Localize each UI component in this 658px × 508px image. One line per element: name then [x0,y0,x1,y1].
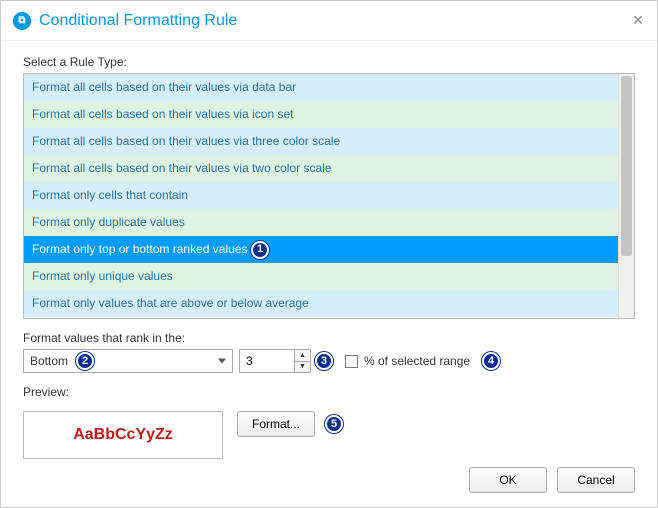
spinner-down-button[interactable]: ▼ [295,361,310,373]
annotation-badge-1: 1 [251,241,269,259]
titlebar: ⧉ Conditional Formatting Rule ✕ [1,1,657,41]
cancel-button[interactable]: Cancel [557,467,635,493]
spinner-up-button[interactable]: ▲ [295,350,310,361]
scrollbar-thumb[interactable] [621,76,632,256]
close-button[interactable]: ✕ [629,11,647,29]
rank-direction-value: Bottom [30,354,68,368]
caret-down-icon: ▼ [299,363,306,370]
chevron-down-icon [218,359,226,364]
listbox-scrollbar[interactable] [618,74,634,318]
rule-type-item[interactable]: Format all cells based on their values v… [24,155,618,182]
conditional-formatting-dialog: ⧉ Conditional Formatting Rule ✕ Select a… [0,0,658,508]
rule-type-item[interactable]: Format only cells that contain [24,182,618,209]
app-icon: ⧉ [13,12,31,30]
annotation-badge-3: 3 [315,352,333,370]
preview-row: AaBbCcYyZz Format... 5 [23,411,635,459]
select-rule-type-label: Select a Rule Type: [23,55,635,69]
spinner-buttons: ▲ ▼ [295,349,311,373]
rank-direction-dropdown[interactable]: Bottom 2 [23,349,233,373]
rule-type-item[interactable]: Format only duplicate values [24,209,618,236]
annotation-badge-4: 4 [482,352,500,370]
dialog-content: Select a Rule Type: Format all cells bas… [1,41,657,469]
rule-type-item[interactable]: Format only unique values [24,263,618,290]
preview-sample: AaBbCcYyZz [23,411,223,459]
rule-type-item[interactable]: Format all cells based on their values v… [24,101,618,128]
rule-type-item[interactable]: Format only values that are above or bel… [24,290,618,317]
annotation-badge-2: 2 [76,352,94,370]
percent-of-range-label: % of selected range [364,354,470,368]
rank-count-input[interactable] [239,349,295,373]
percent-of-range-checkbox[interactable]: % of selected range [345,354,470,368]
rule-type-item[interactable]: Format all cells based on their values v… [24,128,618,155]
format-values-rank-label: Format values that rank in the: [23,331,635,345]
annotation-badge-5: 5 [325,415,343,433]
caret-up-icon: ▲ [299,352,306,359]
rule-type-listbox[interactable]: Format all cells based on their values v… [23,73,635,319]
rule-type-list: Format all cells based on their values v… [24,74,618,318]
ok-button[interactable]: OK [469,467,547,493]
checkbox-box[interactable] [345,355,358,368]
rank-count-spinner[interactable]: ▲ ▼ [239,349,311,373]
rule-type-item-label: Format only top or bottom ranked values [32,242,247,256]
rule-type-item[interactable]: Format all cells based on their values v… [24,74,618,101]
dialog-footer: OK Cancel [469,467,635,493]
rank-controls-row: Bottom 2 ▲ ▼ 3 % of selected range 4 [23,349,635,373]
dialog-title: Conditional Formatting Rule [39,12,237,30]
format-button[interactable]: Format... [237,411,315,437]
preview-label: Preview: [23,385,635,399]
rule-type-item-selected[interactable]: Format only top or bottom ranked values … [24,236,618,263]
